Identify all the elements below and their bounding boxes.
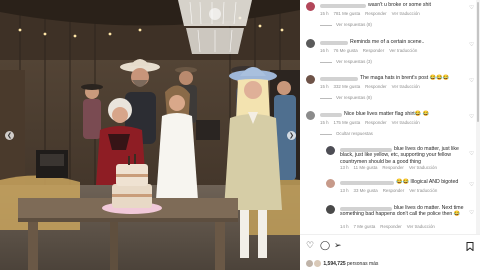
comment-meta: 16 h 76 Me gusta Responder Ver traducción [320,48,422,53]
comment-text: Nice blue lives matter flag shirt😂 😂 [344,111,429,117]
comment-time: 15 h [320,84,329,89]
comment-icon[interactable]: ◯ [320,242,330,251]
comment-time: 15 h [320,11,329,16]
translate-link[interactable]: Ver traducción [392,11,420,16]
reply-meta: 13 h 11 Me gusta Responder Ver traducción [340,165,442,170]
view-replies-link[interactable]: Ver respuestas (3) [320,59,372,64]
translate-link[interactable]: Ver traducción [392,84,420,89]
reply-time: 14 h [340,224,349,229]
reply-time: 13 h [340,188,349,193]
comment-text: wasn't u broke or some shit [368,2,431,8]
comment-text: Reminds me of a certain scene.. [350,39,425,45]
barn-party-photo [0,0,300,270]
reply-text: blue lives do matter, just like black, j… [340,146,459,165]
avatar[interactable] [306,75,315,84]
username-blurred[interactable] [320,41,348,45]
heart-icon[interactable]: ♡ [469,78,474,85]
reply-text: blue lives do matter. Next time somethin… [340,205,464,218]
username-blurred[interactable] [320,113,342,117]
bookmark-icon-shape [466,242,474,252]
likes-count: 1,594,725 [323,260,346,267]
heart-icon[interactable]: ♡ [469,5,474,12]
reply-link[interactable]: Responder [363,48,384,53]
post-photo: ❮ ❯ [0,0,300,270]
paper-plane-icon[interactable]: ➢ [334,242,342,251]
translate-link[interactable]: Ver traducción [407,224,435,229]
translate-link[interactable]: Ver traducción [389,48,417,53]
comment-text: The maga hats in brent's post 😂😂😂 [360,75,449,81]
reply-link[interactable]: Responder [383,188,404,193]
translate-link[interactable]: Ver traducción [392,120,420,125]
avatar[interactable] [306,111,315,120]
view-replies-link[interactable]: Ver respuestas (8) [320,95,372,100]
comment-likes[interactable]: 76 Me gusta [334,48,358,53]
view-replies-link[interactable]: Ver respuestas (8) [320,22,372,27]
hide-replies-link[interactable]: Ocultar respuestas [320,131,373,136]
chevron-right-icon[interactable]: ❯ [287,131,296,140]
liker-avatar [306,260,313,267]
heart-icon[interactable]: ♡ [469,42,474,49]
reply-likes[interactable]: 11 Me gusta [354,165,378,170]
username-blurred[interactable] [320,4,366,8]
reply-link[interactable]: Responder [380,224,401,229]
comment-time: 15 h [320,120,329,125]
avatar[interactable] [326,146,335,155]
comment-likes[interactable]: 332 Me gusta [334,84,361,89]
comment-meta: 15 h 332 Me gusta Responder Ver traducción [320,84,425,89]
reply-meta: 13 h 33 Me gusta Responder Ver traducción [340,188,442,193]
heart-icon[interactable]: ♡ [469,210,474,217]
post-actions: ♡ ◯ ➢ [300,240,480,256]
chevron-left-icon[interactable]: ❮ [5,131,14,140]
liker-avatar [314,260,321,267]
avatar[interactable] [326,179,335,188]
comment-meta: 15 h 175 Me gusta Responder Ver traducción [320,120,425,125]
username-blurred[interactable] [320,77,358,81]
comment-likes[interactable]: 175 Me gusta [334,120,361,125]
reply-time: 13 h [340,165,349,170]
reply-link[interactable]: Responder [365,120,386,125]
heart-icon[interactable]: ♡ [469,182,474,189]
reply-likes[interactable]: 33 Me gusta [354,188,378,193]
reply-text: 😂😂 Illogical AND bigoted [396,179,459,185]
avatar[interactable] [326,205,335,214]
comment-time: 16 h [320,48,329,53]
avatar[interactable] [306,2,315,11]
reply-link[interactable]: Responder [365,84,386,89]
heart-icon[interactable]: ♡ [469,151,474,158]
username-blurred[interactable] [340,181,394,185]
reply-link[interactable]: Responder [365,11,386,16]
bookmark-icon[interactable] [466,242,474,254]
translate-link[interactable]: Ver traducción [409,188,437,193]
avatar[interactable] [306,39,315,48]
reply-meta: 14 h 7 Me gusta Responder Ver traducción [340,224,440,229]
scrollbar-thumb[interactable] [477,2,479,122]
translate-link[interactable]: Ver traducción [409,165,437,170]
reply-likes[interactable]: 7 Me gusta [354,224,376,229]
comments-scrollbar[interactable] [476,0,480,234]
heart-icon[interactable]: ♡ [469,114,474,121]
comment-meta: 15 h 781 Me gusta Responder Ver traducción [320,11,425,16]
likes-label: personas más [347,260,379,267]
reply-link[interactable]: Responder [382,165,403,170]
comments-panel: wasn't u broke or some shit 15 h 781 Me g… [300,0,480,270]
heart-icon[interactable]: ♡ [306,242,314,251]
comments-list[interactable]: wasn't u broke or some shit 15 h 781 Me g… [300,0,476,234]
likes-summary[interactable]: 1,594,725 personas más [306,260,378,267]
divider [300,234,480,235]
comment-likes[interactable]: 781 Me gusta [334,11,361,16]
